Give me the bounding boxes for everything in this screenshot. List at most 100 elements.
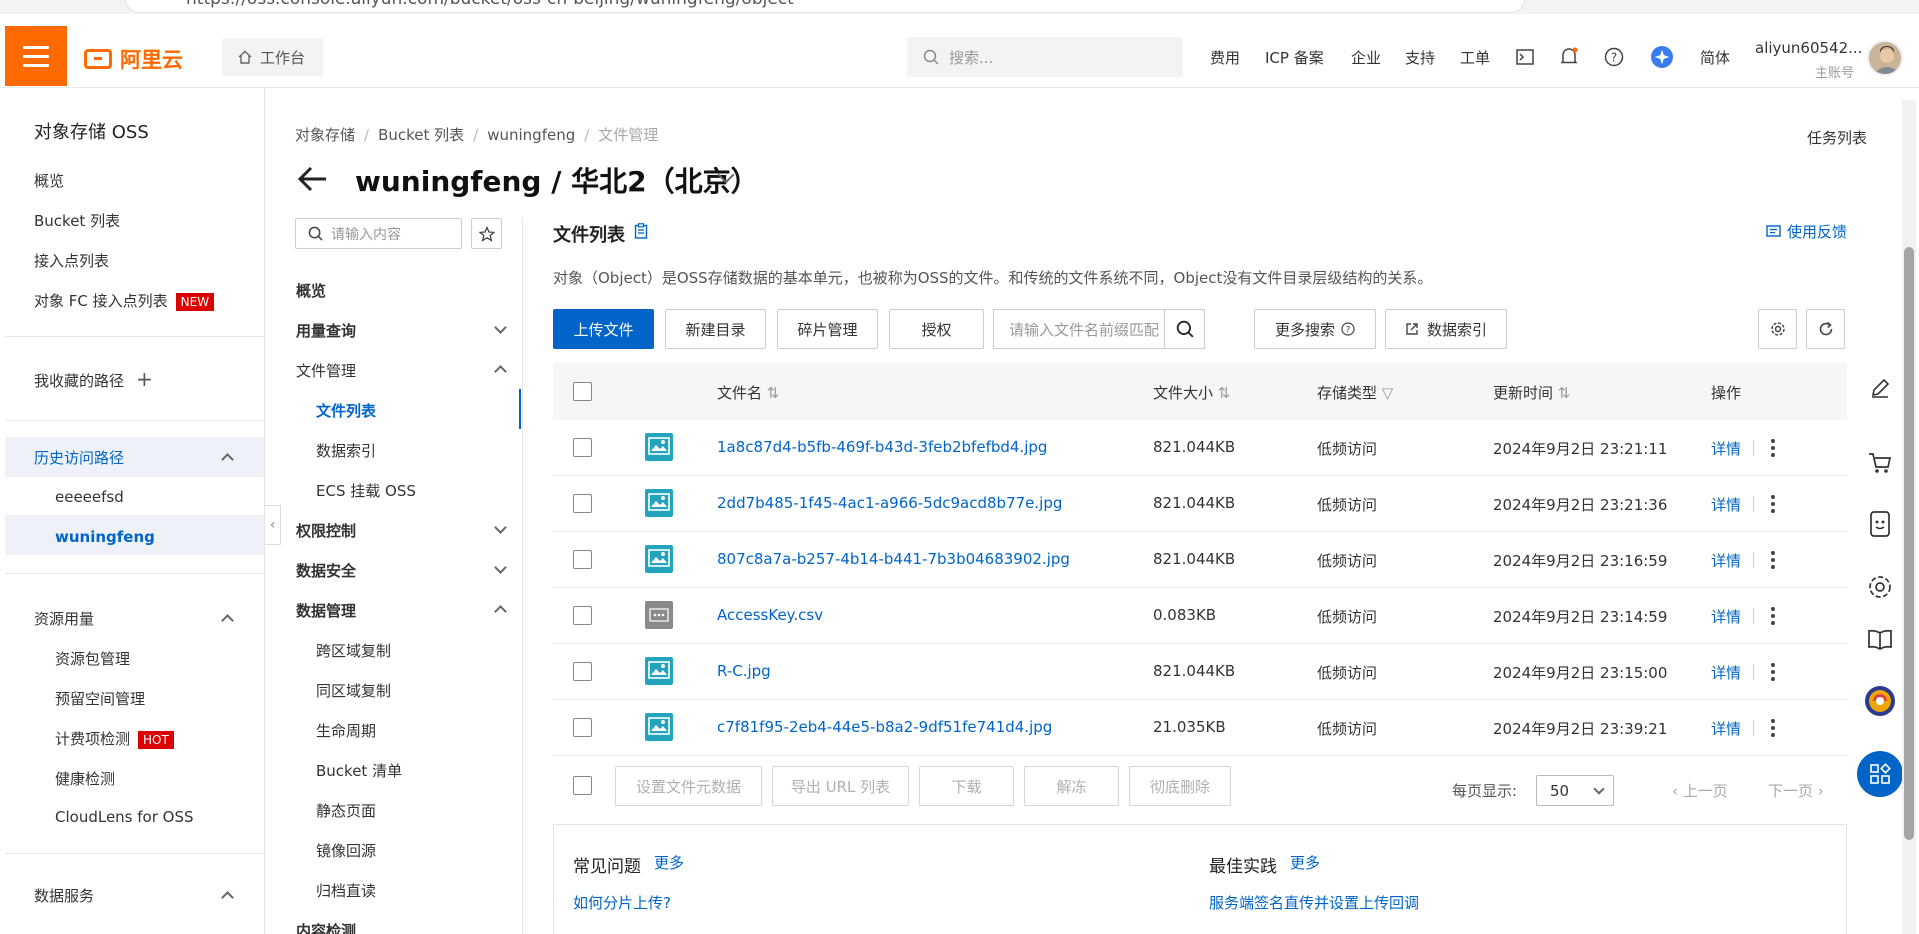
more-actions-icon[interactable] bbox=[1771, 607, 1775, 625]
fragment-mgmt-button[interactable]: 碎片管理 bbox=[777, 309, 878, 349]
tongyi-assistant-icon[interactable] bbox=[1651, 46, 1673, 68]
download-button[interactable]: 下载 bbox=[919, 766, 1014, 806]
bell-icon[interactable] bbox=[1558, 46, 1580, 68]
prev-page-button[interactable]: ‹ 上一页 bbox=[1672, 780, 1728, 801]
table-row[interactable]: R-C.jpg 821.044KB 低频访问 2024年9月2日 23:15:0… bbox=[553, 644, 1847, 700]
chevron-up-icon[interactable] bbox=[221, 891, 234, 904]
task-list-link[interactable]: 任务列表 bbox=[1807, 127, 1867, 148]
breadcrumb-oss[interactable]: 对象存储 bbox=[295, 126, 355, 144]
clipboard-icon[interactable] bbox=[634, 223, 648, 239]
filter-icon[interactable]: ▽ bbox=[1382, 384, 1394, 402]
details-link[interactable]: 详情 bbox=[1711, 718, 1741, 739]
scrollbar-thumb[interactable] bbox=[1904, 247, 1914, 840]
set-metadata-button[interactable]: 设置文件元数据 bbox=[615, 766, 762, 806]
sidebar-item-fc-access-points[interactable]: 对象 FC 接入点列表 NEW bbox=[34, 290, 215, 311]
chevron-up-icon[interactable] bbox=[494, 605, 507, 618]
cart-icon[interactable] bbox=[1855, 438, 1905, 488]
details-link[interactable]: 详情 bbox=[1711, 438, 1741, 459]
workbench-button[interactable]: 工作台 bbox=[222, 38, 323, 76]
snav-data-index[interactable]: 数据索引 bbox=[316, 440, 376, 461]
col-size[interactable]: 文件大小 ⇅ bbox=[1153, 382, 1230, 403]
snav-file-list[interactable]: 文件列表 bbox=[316, 400, 376, 421]
faq-link[interactable]: 如何分片上传? bbox=[573, 892, 671, 913]
chevron-down-icon[interactable] bbox=[494, 321, 507, 334]
resource-item-health[interactable]: 健康检测 bbox=[55, 768, 115, 789]
chevron-up-icon[interactable] bbox=[494, 365, 507, 378]
hamburger-menu-button[interactable] bbox=[5, 26, 67, 86]
snav-permissions[interactable]: 权限控制 bbox=[296, 520, 356, 541]
global-search-input[interactable]: 搜索... bbox=[907, 37, 1183, 77]
row-checkbox[interactable] bbox=[573, 718, 592, 737]
chevron-up-icon[interactable] bbox=[221, 614, 234, 627]
permanent-delete-button[interactable]: 彻底删除 bbox=[1129, 766, 1231, 806]
more-actions-icon[interactable] bbox=[1771, 551, 1775, 569]
nav-icp[interactable]: ICP 备案 bbox=[1265, 47, 1324, 68]
account-name[interactable]: aliyun60542... bbox=[1755, 39, 1862, 57]
more-actions-icon[interactable] bbox=[1771, 439, 1775, 457]
nav-billing[interactable]: 费用 bbox=[1210, 47, 1240, 68]
snav-data-security[interactable]: 数据安全 bbox=[296, 560, 356, 581]
select-all-checkbox[interactable] bbox=[573, 382, 592, 401]
sidebar-collapse-button[interactable]: ‹ bbox=[265, 505, 281, 545]
nav-search-input[interactable]: 请输入内容 bbox=[295, 218, 462, 249]
details-link[interactable]: 详情 bbox=[1711, 662, 1741, 683]
back-arrow-icon[interactable] bbox=[296, 162, 330, 196]
apps-grid-button[interactable] bbox=[1857, 751, 1903, 797]
snav-content-detection[interactable]: 内容检测 bbox=[296, 920, 356, 934]
snav-archive-direct-read[interactable]: 归档直读 bbox=[316, 880, 376, 901]
row-checkbox[interactable] bbox=[573, 550, 592, 569]
data-index-button[interactable]: 数据索引 bbox=[1385, 309, 1507, 349]
terminal-icon[interactable] bbox=[1514, 46, 1536, 68]
details-link[interactable]: 详情 bbox=[1711, 606, 1741, 627]
plus-icon[interactable]: + bbox=[136, 367, 153, 391]
table-settings-button[interactable] bbox=[1758, 309, 1797, 349]
best-practice-more-link[interactable]: 更多 bbox=[1290, 852, 1320, 873]
edit-icon[interactable] bbox=[1855, 363, 1905, 413]
resource-item-billing-check[interactable]: 计费项检测 HOT bbox=[55, 728, 174, 749]
sidebar-item-history[interactable]: 历史访问路径 bbox=[34, 447, 124, 468]
history-item-wuningfeng[interactable]: wuningfeng bbox=[55, 528, 155, 546]
chevron-down-icon[interactable] bbox=[494, 521, 507, 534]
snav-lifecycle[interactable]: 生命周期 bbox=[316, 720, 376, 741]
file-search-button[interactable] bbox=[1164, 310, 1204, 348]
sidebar-item-resource[interactable]: 资源用量 bbox=[34, 608, 94, 629]
refresh-button[interactable] bbox=[1806, 309, 1845, 349]
sidebar-item-overview[interactable]: 概览 bbox=[34, 170, 64, 191]
favorite-star-button[interactable] bbox=[471, 218, 502, 249]
best-practice-link[interactable]: 服务端签名直传并设置上传回调 bbox=[1209, 892, 1419, 913]
nav-support[interactable]: 支持 bbox=[1405, 47, 1435, 68]
breadcrumb-bucket[interactable]: wuningfeng bbox=[487, 126, 575, 144]
row-checkbox[interactable] bbox=[573, 606, 592, 625]
authorize-button[interactable]: 授权 bbox=[889, 309, 984, 349]
page-size-select[interactable]: 50 bbox=[1536, 775, 1614, 806]
snav-static-website[interactable]: 静态页面 bbox=[316, 800, 376, 821]
book-icon[interactable] bbox=[1855, 615, 1905, 665]
upload-file-button[interactable]: 上传文件 bbox=[553, 309, 654, 349]
breadcrumb-bucket-list[interactable]: Bucket 列表 bbox=[378, 126, 464, 144]
resource-item-cloudlens[interactable]: CloudLens for OSS bbox=[55, 808, 194, 826]
table-row[interactable]: 807c8a7a-b257-4b14-b441-7b3b04683902.jpg… bbox=[553, 532, 1847, 588]
row-checkbox[interactable] bbox=[573, 494, 592, 513]
language-switch[interactable]: 简体 bbox=[1700, 47, 1730, 68]
help-icon[interactable]: ? bbox=[1603, 46, 1625, 68]
table-row[interactable]: 2dd7b485-1f45-4ac1-a966-5dc9acd8b77e.jpg… bbox=[553, 476, 1847, 532]
file-name-link[interactable]: 807c8a7a-b257-4b14-b441-7b3b04683902.jpg bbox=[717, 550, 1070, 568]
sidebar-item-favorites[interactable]: 我收藏的路径 + bbox=[34, 367, 153, 391]
restore-button[interactable]: 解冻 bbox=[1024, 766, 1119, 806]
feedback-link[interactable]: 使用反馈 bbox=[1766, 221, 1847, 242]
ai-assistant-icon[interactable] bbox=[1855, 676, 1905, 726]
snav-mirror-back-to-origin[interactable]: 镜像回源 bbox=[316, 840, 376, 861]
snav-cross-region-replication[interactable]: 跨区域复制 bbox=[316, 640, 391, 661]
more-actions-icon[interactable] bbox=[1771, 663, 1775, 681]
snav-usage[interactable]: 用量查询 bbox=[296, 320, 356, 341]
row-checkbox[interactable] bbox=[573, 662, 592, 681]
snav-file-mgmt[interactable]: 文件管理 bbox=[296, 360, 356, 381]
avatar[interactable] bbox=[1867, 40, 1903, 76]
table-row[interactable]: 1a8c87d4-b5fb-469f-b43d-3feb2bfefbd4.jpg… bbox=[553, 420, 1847, 476]
resource-item-packages[interactable]: 资源包管理 bbox=[55, 648, 130, 669]
file-prefix-search-input[interactable]: 请输入文件名前缀匹配 bbox=[993, 309, 1205, 349]
col-storage-type[interactable]: 存储类型 ▽ bbox=[1317, 382, 1393, 403]
snav-bucket-inventory[interactable]: Bucket 清单 bbox=[316, 760, 402, 781]
sort-icon[interactable]: ⇅ bbox=[767, 384, 780, 402]
snav-overview[interactable]: 概览 bbox=[296, 280, 326, 301]
